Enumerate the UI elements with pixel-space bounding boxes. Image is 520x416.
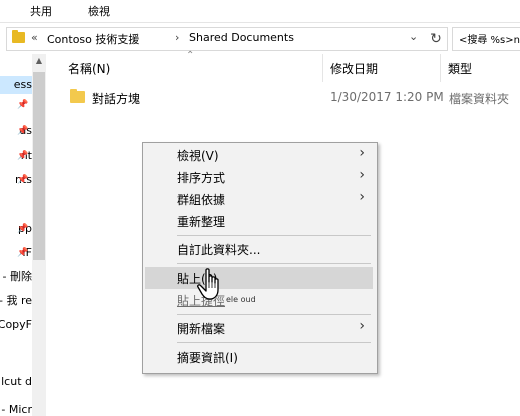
context-menu: 檢視(V) › 排序方式 › 群組依據 › 重新整理 自訂此資料夾... 貼上(… xyxy=(142,142,378,374)
breadcrumb-item-contoso[interactable]: Contoso 技術支援 xyxy=(47,31,139,47)
menu-item-label: 開新檔案 xyxy=(177,322,226,336)
ribbon-tab-share[interactable]: 共用 xyxy=(30,3,52,19)
ribbon: 共用 檢視 xyxy=(0,0,520,23)
menu-item-new[interactable]: 開新檔案 › xyxy=(145,317,373,339)
nav-item-label: ess xyxy=(13,78,32,91)
overlay-text: ele oud xyxy=(226,295,256,304)
sort-ascending-icon: ⌃ xyxy=(186,50,195,61)
pin-icon: 📌 xyxy=(17,151,29,161)
pin-icon: 📌 xyxy=(17,224,29,234)
breadcrumb-item-shared-documents[interactable]: Shared Documents xyxy=(189,31,294,44)
menu-item-view[interactable]: 檢視(V) › xyxy=(145,144,373,166)
scrollbar-thumb[interactable] xyxy=(33,72,45,260)
nav-item-label: - 我 re xyxy=(0,294,32,307)
address-dropdown-chevron-icon[interactable]: ⌄ xyxy=(409,30,418,43)
menu-separator xyxy=(177,342,371,343)
menu-item-group-by[interactable]: 群組依據 › xyxy=(145,188,373,210)
menu-separator xyxy=(177,314,371,315)
menu-item-properties[interactable]: 摘要資訊(I) xyxy=(145,346,373,368)
nav-item-cut[interactable]: lcut d xyxy=(0,375,32,388)
menu-item-label: 檢視(V) xyxy=(177,149,219,163)
nav-item-micr[interactable]: - Micr xyxy=(0,403,32,416)
pin-icon: 📌 xyxy=(17,126,29,136)
nav-item-label: lcut d xyxy=(1,375,32,388)
folder-icon xyxy=(12,30,25,43)
column-header-name[interactable]: 名稱(N) xyxy=(68,60,110,77)
menu-item-label: 排序方式 xyxy=(177,171,226,185)
nav-item-copyf[interactable]: CopyF xyxy=(0,318,32,331)
nav-scrollbar[interactable]: ▲ xyxy=(32,54,46,416)
refresh-icon: ↻ xyxy=(430,31,442,47)
refresh-button[interactable]: ↻ xyxy=(425,27,448,51)
chevron-right-icon: › xyxy=(359,145,365,161)
menu-item-paste-shortcut[interactable]: 貼上捷徑 xyxy=(145,289,373,311)
nav-item-label: - Micr xyxy=(1,403,32,416)
menu-item-label: 重新整理 xyxy=(177,215,226,229)
menu-item-paste[interactable]: 貼上(P) xyxy=(145,267,373,289)
chevron-right-icon: › xyxy=(359,318,365,334)
hand-pointer-icon xyxy=(197,268,219,300)
nav-item-re[interactable]: - 我 re xyxy=(0,292,32,308)
column-divider[interactable] xyxy=(440,54,441,82)
address-bar[interactable]: « Contoso 技術支援 › Shared Documents ⌄ xyxy=(6,27,426,51)
navigation-pane: ess ds nt nts pp IF - 刪除 - 我 re CopyF lc… xyxy=(0,54,32,416)
nav-item-label: - 刪除 xyxy=(2,270,32,283)
nav-item-delete[interactable]: - 刪除 xyxy=(0,268,32,284)
folder-icon xyxy=(70,89,85,103)
ribbon-tab-view[interactable]: 檢視 xyxy=(88,3,110,19)
column-header-type[interactable]: 類型 xyxy=(448,60,472,77)
file-row[interactable]: 對話方塊 1/30/2017 1:20 PM 檔案資料夾 xyxy=(60,86,520,110)
column-divider[interactable] xyxy=(322,54,323,82)
menu-item-label: 群組依據 xyxy=(177,193,226,207)
search-input[interactable] xyxy=(453,28,520,48)
menu-item-sort-by[interactable]: 排序方式 › xyxy=(145,166,373,188)
pin-icon: 📌 xyxy=(17,100,29,110)
pin-icon: 📌 xyxy=(17,175,29,185)
file-date: 1/30/2017 1:20 PM xyxy=(330,90,444,104)
menu-item-label: 自訂此資料夾... xyxy=(177,243,261,257)
menu-item-refresh[interactable]: 重新整理 xyxy=(145,210,373,232)
menu-item-customize-folder[interactable]: 自訂此資料夾... xyxy=(145,238,373,260)
menu-item-label: 摘要資訊(I) xyxy=(177,351,238,365)
menu-separator xyxy=(177,235,371,236)
nav-item-label: CopyF xyxy=(0,318,32,331)
chevron-right-icon: › xyxy=(359,167,365,183)
column-header-date[interactable]: 修改日期 xyxy=(330,60,378,77)
chevron-right-icon: › xyxy=(359,189,365,205)
breadcrumb-overflow[interactable]: « xyxy=(31,31,38,44)
nav-item-ess[interactable]: ess xyxy=(0,76,32,94)
breadcrumb-chevron-icon[interactable]: › xyxy=(175,31,179,44)
file-name: 對話方塊 xyxy=(92,92,141,106)
file-type: 檔案資料夾 xyxy=(449,92,510,106)
search-box[interactable] xyxy=(452,27,520,51)
pin-icon: 📌 xyxy=(17,248,29,258)
scroll-up-arrow-icon[interactable]: ▲ xyxy=(32,56,46,65)
menu-separator xyxy=(177,263,371,264)
